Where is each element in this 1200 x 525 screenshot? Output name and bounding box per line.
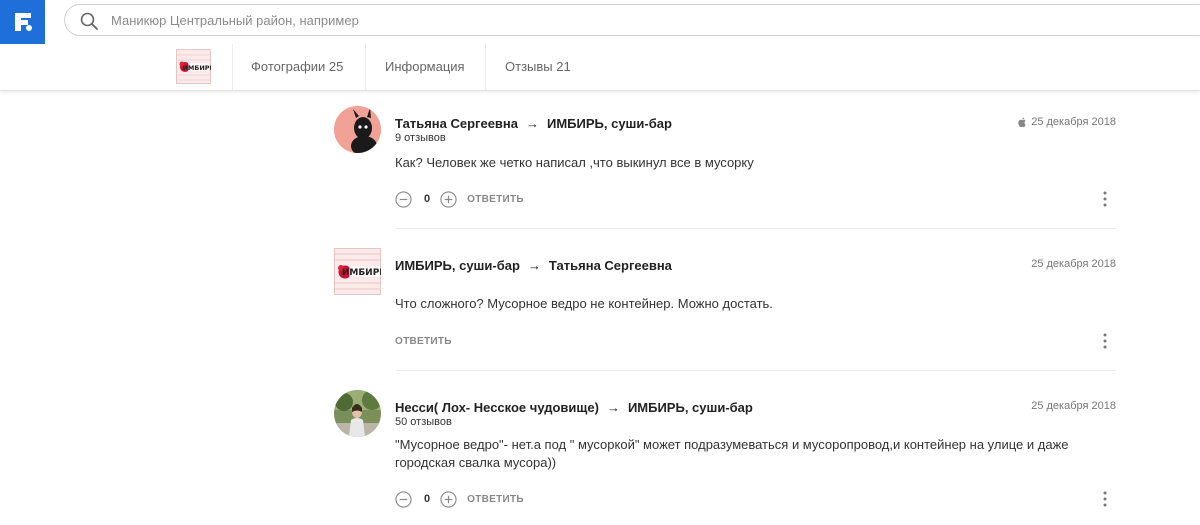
author-review-count[interactable]: 50 отзывов	[395, 416, 452, 428]
vote-count: 0	[424, 193, 431, 205]
author-name[interactable]: Несси( Лох- Несское чудовище)	[395, 400, 599, 415]
svg-text:ИМБИРЬ: ИМБИРЬ	[182, 64, 211, 72]
author-name[interactable]: Татьяна Сергеевна	[395, 116, 518, 131]
avatar[interactable]: ИМБИРЬ	[334, 248, 381, 295]
tab-divider	[365, 44, 366, 90]
target-name[interactable]: ИМБИРЬ, суши-бар	[547, 116, 672, 131]
reply-button[interactable]: ОТВЕТИТЬ	[467, 494, 524, 505]
arrow-right-icon: →	[527, 258, 541, 273]
review-date-text: 25 декабря 2018	[1031, 400, 1116, 412]
arrow-right-icon: →	[526, 116, 539, 131]
kebab-menu-icon[interactable]	[1100, 332, 1110, 350]
review-date: 25 декабря 2018	[1018, 116, 1116, 128]
review-header: ИМБИРЬ, суши-бар → Татьяна Сергеевна	[395, 258, 672, 273]
flamp-logo-icon[interactable]	[0, 0, 45, 44]
kebab-menu-icon[interactable]	[1100, 190, 1110, 208]
avatar[interactable]	[334, 390, 381, 437]
reply-button[interactable]: ОТВЕТИТЬ	[467, 194, 524, 205]
review-text: "Мусорное ведро"- нет.а под " мусоркой" …	[395, 437, 1069, 470]
review-item: ИМБИРЬ ИМБИРЬ, суши-бар → Татьяна Сергеевн…	[334, 248, 1116, 358]
reply-button[interactable]: ОТВЕТИТЬ	[395, 336, 452, 347]
tab-divider	[485, 44, 486, 90]
review-date: 25 декабря 2018	[1031, 400, 1116, 412]
review-header: Татьяна Сергеевна → ИМБИРЬ, суши-бар	[395, 116, 672, 131]
review-divider	[396, 370, 1116, 371]
review-item: Несси( Лох- Несское чудовище) → ИМБИРЬ, су…	[334, 390, 1116, 525]
business-tabs-bar: ИМБИРЬ Фотографии 25 Информация Отзывы 2…	[0, 44, 1200, 91]
plus-circle-icon[interactable]	[440, 490, 457, 508]
search-input[interactable]	[111, 10, 811, 30]
tab-info[interactable]: Информация	[385, 44, 465, 90]
svg-text:ИМБИРЬ: ИМБИРЬ	[342, 268, 381, 278]
vote-count: 0	[424, 493, 431, 505]
plus-circle-icon[interactable]	[440, 190, 457, 208]
minus-circle-icon[interactable]	[395, 190, 412, 208]
author-review-count[interactable]: 9 отзывов	[395, 132, 446, 144]
review-actions: 0 ОТВЕТИТЬ	[395, 489, 524, 509]
business-logo[interactable]: ИМБИРЬ	[176, 49, 215, 84]
kebab-menu-icon[interactable]	[1100, 490, 1110, 508]
tab-reviews[interactable]: Отзывы 21	[505, 44, 571, 90]
review-date: 25 декабря 2018	[1031, 258, 1116, 270]
review-actions: ОТВЕТИТЬ	[395, 331, 452, 351]
author-name[interactable]: ИМБИРЬ, суши-бар	[395, 258, 520, 273]
search-icon	[80, 12, 98, 30]
target-name[interactable]: Татьяна Сергеевна	[549, 258, 672, 273]
review-header: Несси( Лох- Несское чудовище) → ИМБИРЬ, су…	[395, 400, 753, 415]
review-text: Что сложного? Мусорное ведро не контейне…	[395, 296, 773, 311]
review-divider	[396, 228, 1116, 229]
tab-photos[interactable]: Фотографии 25	[251, 44, 343, 90]
avatar[interactable]	[334, 106, 381, 153]
target-name[interactable]: ИМБИРЬ, суши-бар	[628, 400, 753, 415]
review-date-text: 25 декабря 2018	[1031, 116, 1116, 128]
review-date-text: 25 декабря 2018	[1031, 258, 1116, 270]
review-actions: 0 ОТВЕТИТЬ	[395, 189, 524, 209]
review-text: Как? Человек же четко написал ,что выкин…	[395, 155, 754, 170]
review-item: Татьяна Сергеевна → ИМБИРЬ, суши-бар 9 отз…	[334, 106, 1116, 216]
minus-circle-icon[interactable]	[395, 490, 412, 508]
tab-divider	[232, 44, 233, 90]
search-bar[interactable]	[64, 4, 1200, 36]
top-bar	[0, 0, 1200, 44]
arrow-right-icon: →	[606, 400, 620, 415]
apple-icon	[1018, 117, 1026, 127]
